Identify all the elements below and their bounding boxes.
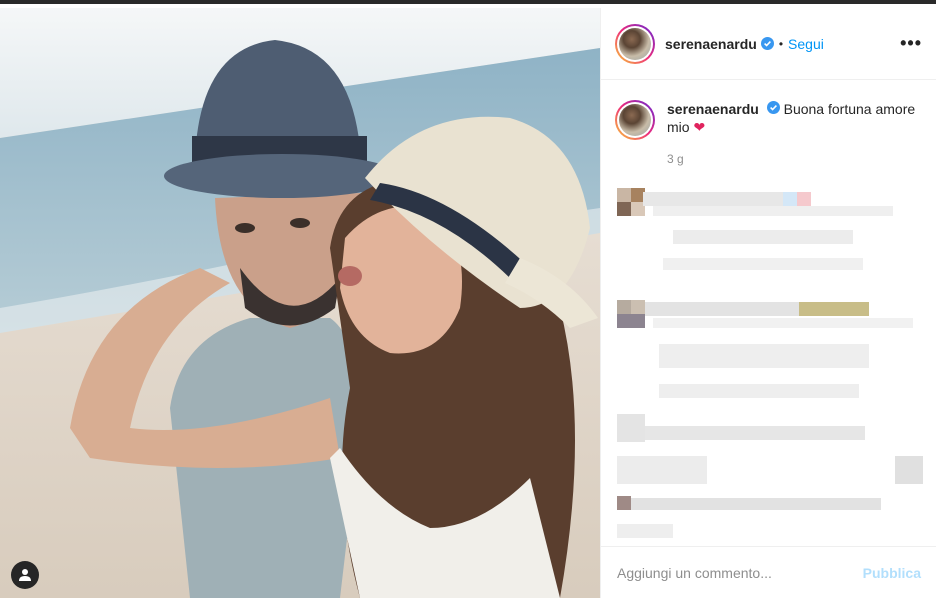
post-details-panel: serenaenardu • Segui ••• serenaenardu Bu… <box>600 8 936 598</box>
comment-bar: Pubblica <box>601 546 936 598</box>
caption-avatar[interactable] <box>615 100 655 140</box>
post-photo[interactable] <box>0 8 600 598</box>
post-photo-image <box>0 8 600 598</box>
caption-username[interactable]: serenaenardu <box>667 101 759 117</box>
separator-dot: • <box>778 36 784 51</box>
author-avatar[interactable] <box>615 23 655 64</box>
more-options-icon[interactable]: ••• <box>900 33 922 54</box>
author-username[interactable]: serenaenardu <box>665 36 757 52</box>
follow-button[interactable]: Segui <box>788 36 824 52</box>
instagram-post-window: serenaenardu • Segui ••• serenaenardu Bu… <box>0 0 936 598</box>
user-icon <box>19 569 31 581</box>
publish-button[interactable]: Pubblica <box>863 565 921 581</box>
heart-emoji: ❤ <box>693 119 706 135</box>
post-time: 3 g <box>667 152 684 166</box>
verified-badge-icon <box>760 37 774 50</box>
verified-badge-icon <box>766 101 780 114</box>
comment-input[interactable] <box>617 564 863 581</box>
post-header: serenaenardu • Segui ••• <box>601 8 936 80</box>
tagged-users-button[interactable] <box>11 561 39 589</box>
pixelated-comments <box>613 184 925 544</box>
caption-block: serenaenardu Buona fortuna amore mio ❤ <box>601 80 936 140</box>
avatar-image <box>619 27 651 60</box>
